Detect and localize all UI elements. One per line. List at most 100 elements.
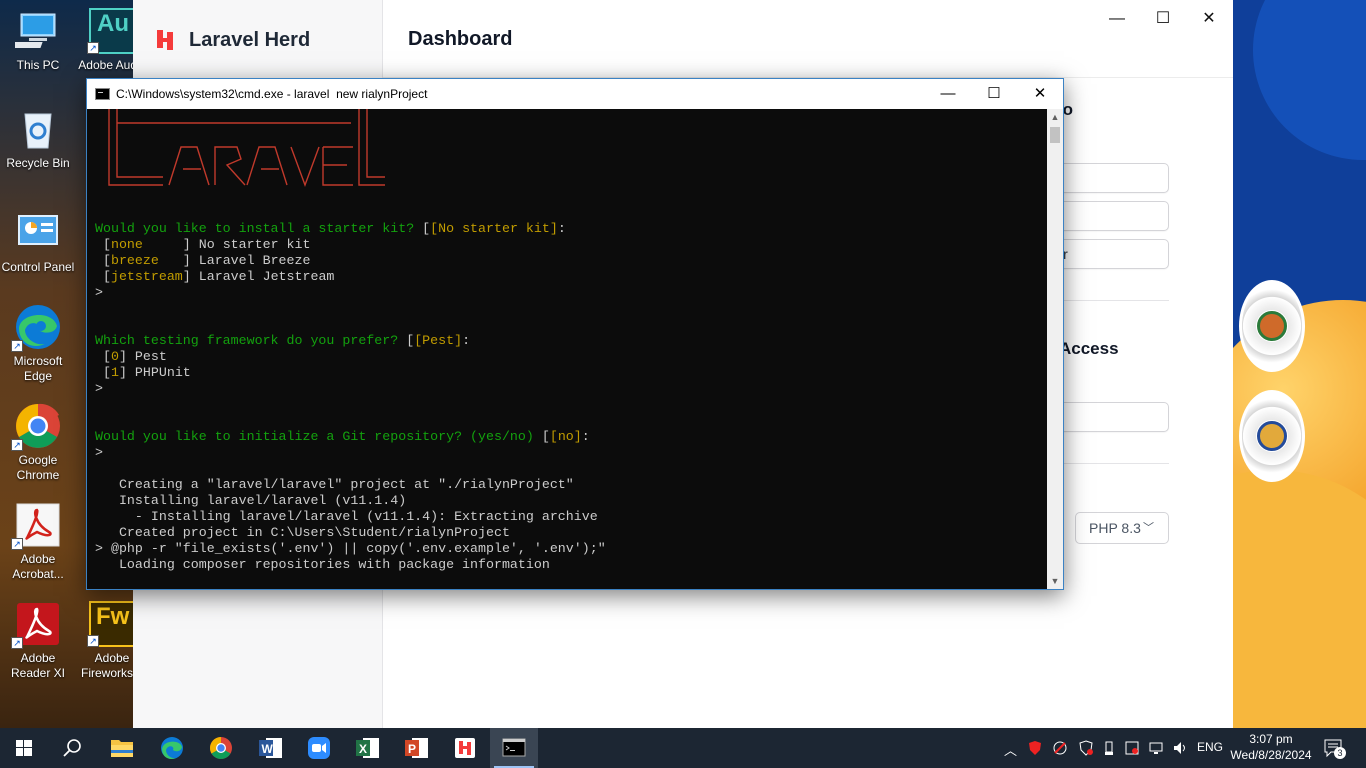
console-line: Would you like to initialize a Git repos… xyxy=(95,429,590,444)
chrome-icon: ↗ xyxy=(11,403,61,451)
minimize-button[interactable]: — xyxy=(1094,6,1140,32)
scrollbar-thumb[interactable] xyxy=(1050,127,1060,143)
taskbar-cmd[interactable] xyxy=(490,728,538,768)
desktop-icon-recycle-bin[interactable]: Recycle Bin xyxy=(0,106,76,171)
recycle-bin-icon xyxy=(15,106,61,152)
cmd-window: C:\Windows\system32\cmd.exe - laravel ne… xyxy=(86,78,1064,590)
console-line: [breeze ] Laravel Breeze xyxy=(102,253,311,268)
console-line: Created project in C:\Users\Student/rial… xyxy=(95,525,510,540)
chrome-icon xyxy=(210,737,232,759)
adobe-reader-icon: ↗ xyxy=(11,601,61,649)
shortcut-arrow-icon: ↗ xyxy=(11,637,23,649)
php-version-select[interactable]: PHP 8.3 ﹀ xyxy=(1075,512,1169,544)
computer-icon xyxy=(8,8,61,54)
cmd-scrollbar[interactable]: ▲ ▼ xyxy=(1047,109,1063,589)
console-line: [none ] No starter kit xyxy=(102,237,311,252)
svg-text:X: X xyxy=(359,742,367,756)
desktop-icon-microsoft-edge[interactable]: ↗ Microsoft Edge xyxy=(0,304,76,384)
shortcut-arrow-icon: ↗ xyxy=(11,538,23,550)
notification-count-badge: 3 xyxy=(1334,747,1346,759)
clock-time: 3:07 pm xyxy=(1249,732,1293,746)
shortcut-arrow-icon: ↗ xyxy=(11,439,23,451)
taskbar-edge[interactable] xyxy=(148,728,196,768)
herd-icon xyxy=(455,738,475,758)
desktop-icon-this-pc[interactable]: This PC xyxy=(0,8,76,73)
shortcut-arrow-icon: ↗ xyxy=(11,340,23,352)
svg-text:P: P xyxy=(408,742,416,756)
search-button[interactable] xyxy=(48,728,96,768)
svg-text:W: W xyxy=(262,742,274,756)
console-line: - Installing laravel/laravel (v11.1.4): … xyxy=(95,509,598,524)
system-clock[interactable]: 3:07 pm Wed/8/28/2024 xyxy=(1228,731,1314,763)
cmd-titlebar[interactable]: C:\Windows\system32\cmd.exe - laravel ne… xyxy=(87,79,1063,109)
folder-icon xyxy=(111,740,133,757)
desktop-wallpaper-right xyxy=(1233,0,1366,728)
taskbar-powerpoint[interactable]: P xyxy=(392,728,440,768)
update-icon[interactable] xyxy=(1124,740,1140,759)
search-icon xyxy=(63,739,81,757)
taskbar-zoom[interactable] xyxy=(295,728,343,768)
console-prompt: > xyxy=(95,445,103,460)
usb-icon[interactable] xyxy=(1102,740,1116,759)
desktop-icon-adobe-reader[interactable]: ↗ Adobe Reader XI xyxy=(0,601,76,681)
desktop-icon-google-chrome[interactable]: ↗ Google Chrome xyxy=(0,403,76,483)
taskbar-file-explorer[interactable] xyxy=(98,728,146,768)
cmd-window-title: C:\Windows\system32\cmd.exe - laravel ne… xyxy=(116,87,428,101)
excel-icon: X xyxy=(356,738,379,758)
console-line: Installing laravel/laravel (v11.1.4) xyxy=(95,493,407,508)
close-button[interactable]: ✕ xyxy=(1186,6,1232,32)
desktop-icon-adobe-acrobat[interactable]: ↗ Adobe Acrobat... xyxy=(0,502,76,582)
acrobat-icon: ↗ xyxy=(11,502,61,550)
taskbar-word[interactable]: W xyxy=(246,728,294,768)
cmd-console[interactable]: Would you like to install a starter kit?… xyxy=(87,109,1049,589)
audition-icon: Au ↗ xyxy=(87,8,135,54)
cmd-close-button[interactable]: ✕ xyxy=(1017,79,1063,109)
desktop-icon-label: This PC xyxy=(16,58,60,72)
shortcut-arrow-icon: ↗ xyxy=(87,42,99,54)
language-indicator[interactable]: ENG xyxy=(1197,740,1223,754)
php-version-value: PHP 8.3 xyxy=(1089,520,1141,536)
university-seal-image xyxy=(1239,280,1305,372)
desktop-icon-control-panel[interactable]: Control Panel xyxy=(0,210,76,275)
console-line: > @php -r "file_exists('.env') || copy('… xyxy=(95,541,606,556)
console-line: [1] PHPUnit xyxy=(102,365,191,380)
notification-center-button[interactable]: 3 xyxy=(1323,738,1346,761)
console-line: Which testing framework do you prefer? [… xyxy=(95,333,471,348)
console-line: Loading composer repositories with packa… xyxy=(95,557,550,572)
scroll-up-arrow-icon[interactable]: ▲ xyxy=(1047,109,1063,125)
chevron-down-icon: ﹀ xyxy=(1143,522,1154,534)
no-network-icon[interactable] xyxy=(1052,740,1068,759)
console-line: Would you like to install a starter kit?… xyxy=(95,221,566,236)
security-icon[interactable] xyxy=(1078,740,1094,759)
cmd-icon xyxy=(502,738,526,757)
speaker-icon[interactable] xyxy=(1172,740,1188,759)
maximize-button[interactable]: ☐ xyxy=(1140,6,1186,32)
taskbar-herd[interactable] xyxy=(441,728,489,768)
desktop-icon-label: Microsoft Edge xyxy=(13,354,63,383)
chevron-up-icon[interactable]: ︿ xyxy=(1004,740,1017,759)
herd-header: Dashboard — ☐ ✕ xyxy=(383,0,1233,78)
college-seal-image xyxy=(1239,390,1305,482)
shortcut-arrow-icon: ↗ xyxy=(87,635,99,647)
cmd-minimize-button[interactable]: — xyxy=(925,79,971,109)
laravel-ascii-logo xyxy=(108,109,385,188)
fireworks-badge: Fw xyxy=(96,603,130,630)
word-icon: W xyxy=(259,738,282,758)
powerpoint-icon: P xyxy=(405,738,428,758)
desktop-icon-label: Recycle Bin xyxy=(6,156,70,170)
taskbar: W X P ︿ ENG 3:07 pm Wed/8/28/2024 3 xyxy=(0,728,1366,768)
console-prompt: > xyxy=(95,285,103,300)
scroll-down-arrow-icon[interactable]: ▼ xyxy=(1047,573,1063,589)
taskbar-chrome[interactable] xyxy=(197,728,245,768)
cmd-maximize-button[interactable]: ☐ xyxy=(971,79,1017,109)
page-title: Dashboard xyxy=(408,28,513,50)
edge-icon xyxy=(161,737,183,759)
console-line: [jetstream] Laravel Jetstream xyxy=(102,269,335,284)
clock-date: Wed/8/28/2024 xyxy=(1230,748,1312,762)
network-icon[interactable] xyxy=(1148,740,1166,759)
taskbar-excel[interactable]: X xyxy=(343,728,391,768)
start-button[interactable] xyxy=(0,728,48,768)
console-line: Creating a "laravel/laravel" project at … xyxy=(95,477,574,492)
desktop-icon-label: Adobe Acrobat... xyxy=(12,552,64,581)
shield-icon[interactable] xyxy=(1028,740,1042,759)
